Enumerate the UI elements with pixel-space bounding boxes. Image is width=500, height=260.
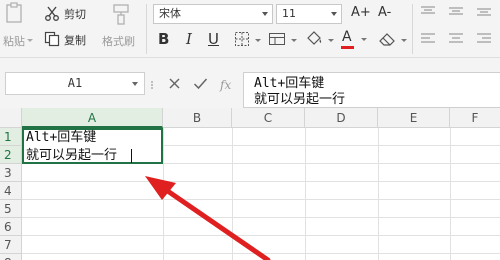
cell-a1-line-1: Alt+回车键 xyxy=(26,130,97,145)
italic-button[interactable]: I xyxy=(186,30,192,48)
scissors-icon xyxy=(45,6,59,21)
confirm-icon[interactable] xyxy=(193,77,208,90)
borders-button[interactable] xyxy=(234,29,264,49)
align-bottom-icon[interactable] xyxy=(476,6,492,18)
align-left-icon[interactable] xyxy=(420,32,436,46)
paste-button[interactable]: 粘贴 xyxy=(0,0,33,58)
column-header-b[interactable]: B xyxy=(163,108,232,128)
chevron-down-icon xyxy=(328,39,334,42)
column-header-a[interactable]: A xyxy=(22,108,163,128)
paste-label: 粘贴 xyxy=(3,35,25,48)
format-painter-button[interactable]: 格式刷 xyxy=(100,0,142,58)
borders-icon xyxy=(235,32,249,46)
ribbon-toolbar: 粘贴 剪切 复制 格式刷 宋体 11 A+ A- B I U A xyxy=(0,0,500,58)
text-cursor xyxy=(131,149,132,163)
chevron-down-icon xyxy=(132,82,138,86)
name-box-value: A1 xyxy=(67,76,83,90)
font-color-button[interactable]: A xyxy=(340,27,370,51)
font-name-select[interactable]: 宋体 xyxy=(153,4,273,24)
formula-input[interactable]: Alt+回车键 就可以另起一行 xyxy=(243,72,500,108)
row-header-7[interactable]: 7 xyxy=(0,236,22,254)
bold-button[interactable]: B xyxy=(158,30,169,48)
decrease-font-button[interactable]: A- xyxy=(378,5,391,20)
column-header-d[interactable]: D xyxy=(305,108,378,128)
spreadsheet-grid: A B C D E F 1 2 3 4 5 6 7 8 Alt+回车键 就可以另… xyxy=(0,108,500,260)
row-header-1[interactable]: 1 xyxy=(0,128,22,146)
clear-button[interactable] xyxy=(377,29,409,49)
fill-bucket-icon xyxy=(307,31,322,45)
copy-button[interactable]: 复制 xyxy=(44,29,96,49)
increase-font-button[interactable]: A+ xyxy=(351,5,371,20)
insert-function-button[interactable]: fx xyxy=(220,78,231,92)
more-options-icon[interactable] xyxy=(150,80,154,90)
cell-a1-line-2: 就可以另起一行 xyxy=(26,148,118,163)
font-color-swatch xyxy=(341,46,354,49)
font-name-value: 宋体 xyxy=(159,7,181,20)
align-middle-icon[interactable] xyxy=(448,6,464,18)
gridline xyxy=(22,235,500,236)
table-style-icon xyxy=(269,33,285,45)
formula-bar: A1 fx Alt+回车键 就可以另起一行 xyxy=(0,58,500,108)
ribbon-divider xyxy=(146,4,147,54)
font-size-select[interactable]: 11 xyxy=(276,4,342,24)
chevron-down-icon xyxy=(27,39,33,42)
chevron-down-icon xyxy=(401,39,407,42)
row-header-5[interactable]: 5 xyxy=(0,200,22,218)
column-header-f[interactable]: F xyxy=(450,108,500,128)
copy-icon xyxy=(44,31,60,47)
align-top-icon[interactable] xyxy=(420,6,436,18)
formula-line-2: 就可以另起一行 xyxy=(254,92,346,107)
gridline xyxy=(305,128,306,260)
gridline xyxy=(378,128,379,260)
name-box[interactable]: A1 xyxy=(5,72,145,95)
formula-line-1: Alt+回车键 xyxy=(254,76,325,91)
column-header-c[interactable]: C xyxy=(232,108,305,128)
gridline xyxy=(450,128,451,260)
gridline xyxy=(22,199,500,200)
gridline xyxy=(22,217,500,218)
format-painter-icon xyxy=(113,4,129,25)
ribbon-divider xyxy=(412,4,413,54)
cell-style-button[interactable] xyxy=(268,29,300,49)
row-header-8[interactable]: 8 xyxy=(0,254,22,260)
chevron-down-icon xyxy=(262,12,268,16)
font-color-letter: A xyxy=(342,29,352,45)
fill-color-button[interactable] xyxy=(304,29,336,49)
cut-label: 剪切 xyxy=(64,8,86,21)
eraser-icon xyxy=(379,33,395,46)
underline-button[interactable]: U xyxy=(208,30,219,48)
copy-label: 复制 xyxy=(64,34,86,47)
align-center-icon[interactable] xyxy=(448,32,464,46)
font-size-value: 11 xyxy=(282,7,296,20)
cancel-icon[interactable] xyxy=(168,77,181,90)
chevron-down-icon xyxy=(255,39,261,42)
cut-button[interactable]: 剪切 xyxy=(44,3,96,23)
align-right-icon[interactable] xyxy=(476,32,492,46)
gridline xyxy=(22,253,500,254)
row-header-2[interactable]: 2 xyxy=(0,146,22,164)
row-header-6[interactable]: 6 xyxy=(0,218,22,236)
row-header-3[interactable]: 3 xyxy=(0,164,22,182)
paste-icon xyxy=(6,2,22,23)
gridline xyxy=(232,128,233,260)
select-all-corner[interactable] xyxy=(0,108,22,128)
column-header-e[interactable]: E xyxy=(378,108,450,128)
row-header-4[interactable]: 4 xyxy=(0,182,22,200)
gridline xyxy=(22,181,500,182)
chevron-down-icon xyxy=(291,39,297,42)
chevron-down-icon xyxy=(361,38,367,41)
gridline xyxy=(163,128,164,260)
chevron-down-icon xyxy=(331,12,337,16)
format-painter-label: 格式刷 xyxy=(102,35,135,48)
